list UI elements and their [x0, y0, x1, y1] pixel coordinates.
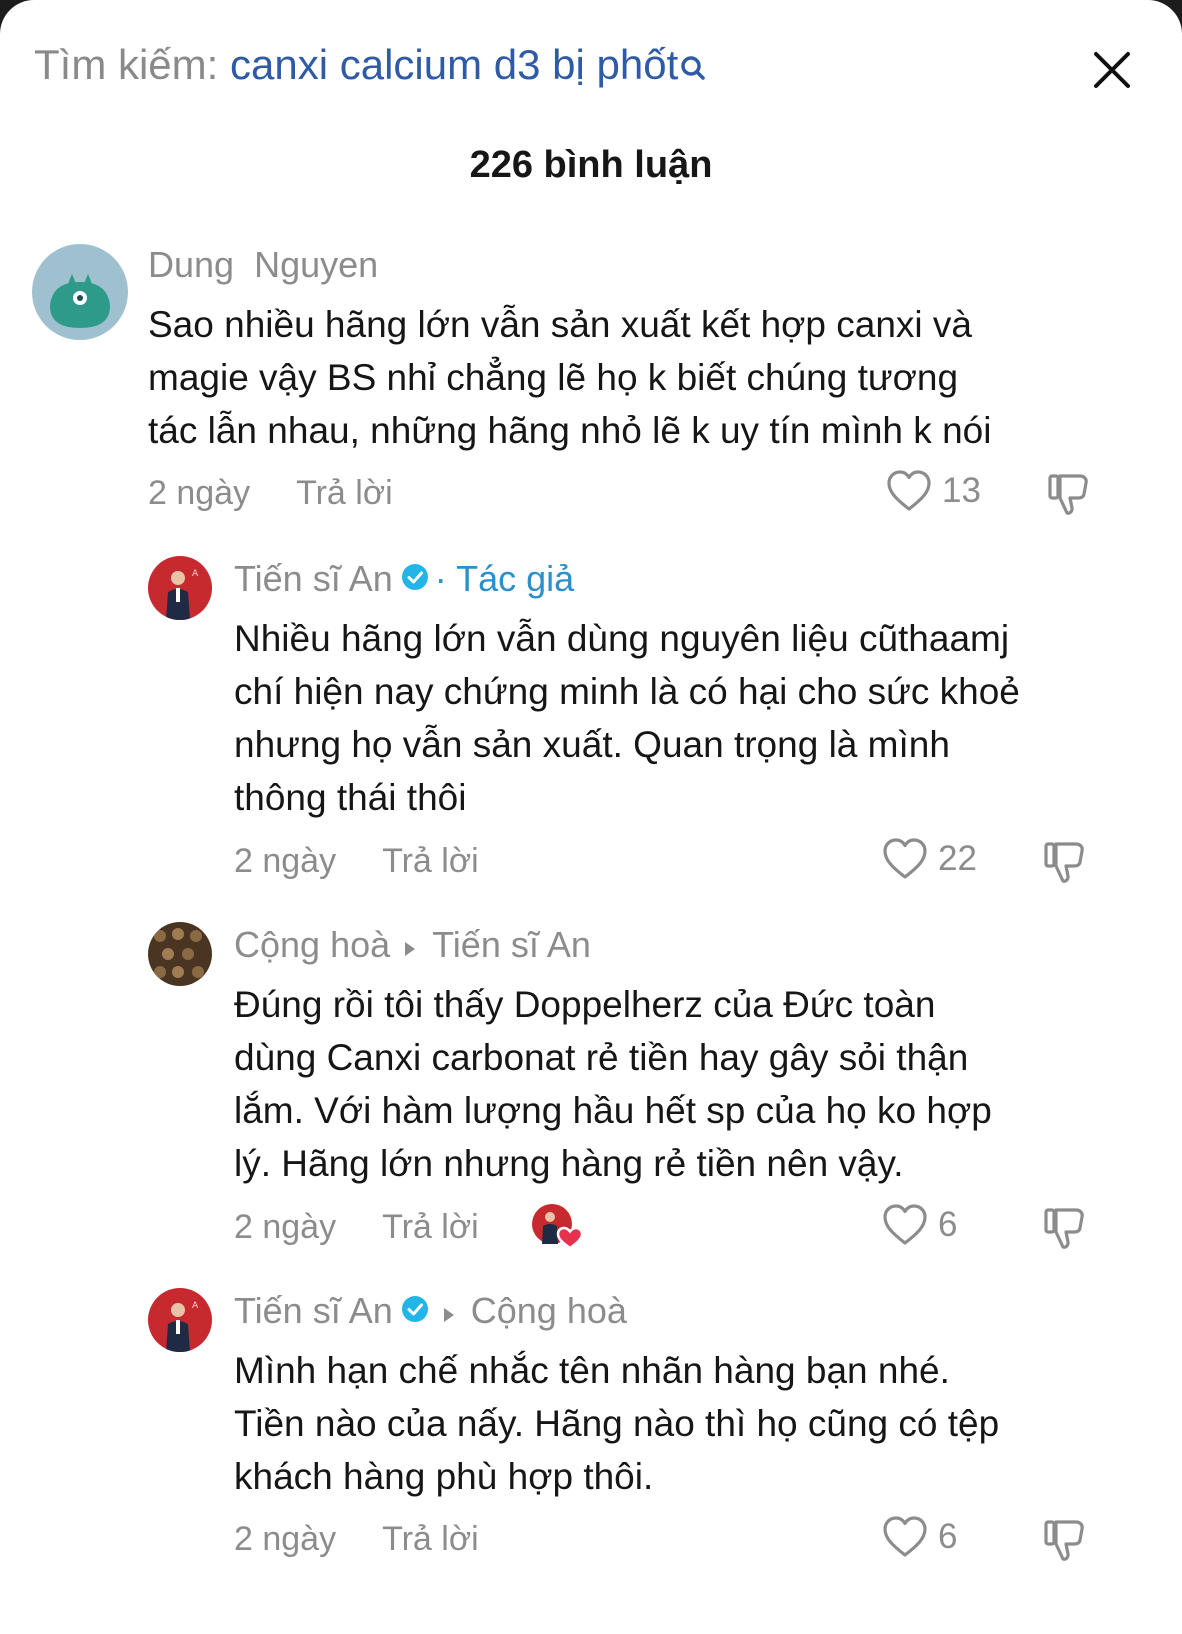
author-name[interactable]: Cộng hoà: [234, 922, 390, 968]
verified-badge-icon: [401, 1288, 429, 1334]
author-line: Tiến sĩ An · Tác giả: [234, 556, 574, 602]
comment-item: Dung Nguyen Sao nhiều hãng lớn vẫn sản x…: [0, 240, 1182, 530]
comment-count: 226 bình luận: [469, 144, 713, 186]
avatar[interactable]: [148, 922, 212, 986]
author-line: Cộng hoà Tiến sĩ An: [234, 922, 591, 968]
dislike-icon: [1044, 842, 1084, 883]
reply-to-name[interactable]: Cộng hoà: [471, 1288, 627, 1334]
dislike-icon: [1048, 474, 1088, 515]
comment-line: dùng Canxi carbonat rẻ tiền hay gây sỏi …: [234, 1037, 969, 1078]
author-name[interactable]: Dung Nguyen: [148, 242, 378, 288]
author-tag: · Tác giả: [434, 558, 575, 599]
comment-text: Nhiều hãng lớn vẫn dùng nguyên liệu cũth…: [234, 612, 1020, 824]
heart-icon: [883, 838, 927, 879]
reply-button[interactable]: Trả lời: [382, 842, 479, 880]
comment-meta: 2 ngày Trả lời: [234, 1204, 479, 1250]
avatar[interactable]: A: [148, 556, 212, 620]
avatar[interactable]: A: [148, 1288, 212, 1352]
reply-arrow-icon: [404, 922, 416, 968]
reply-button[interactable]: Trả lời: [382, 1520, 479, 1558]
timestamp: 2 ngày: [234, 1520, 337, 1558]
comment-text: Đúng rồi tôi thấy Doppelherz của Đức toà…: [234, 978, 992, 1190]
svg-text:A: A: [192, 1301, 199, 1311]
search-query[interactable]: canxi calcium d3 bị phốt: [230, 41, 678, 88]
svg-text:A: A: [192, 569, 199, 579]
comment-item: A Tiến sĩ An · Tác giả Nhiều hãng lớn vẫ…: [0, 552, 1182, 892]
timestamp: 2 ngày: [234, 842, 337, 880]
heart-icon: [887, 470, 931, 511]
like-button[interactable]: 6: [882, 1514, 957, 1560]
author-line: Tiến sĩ An Cộng hoà: [234, 1288, 627, 1334]
author-name[interactable]: Tiến sĩ An: [234, 1288, 393, 1334]
like-count: 6: [938, 1517, 958, 1556]
dislike-button[interactable]: [1042, 1204, 1088, 1257]
verified-badge-icon: [401, 556, 429, 602]
search-prefix: Tìm kiếm:: [34, 41, 230, 88]
heart-icon: [883, 1516, 927, 1557]
reply-button[interactable]: Trả lời: [382, 1208, 479, 1246]
comment-line: Tiền nào của nấy. Hãng nào thì họ cũng c…: [234, 1403, 1000, 1444]
comment-line: Mình hạn chế nhắc tên nhãn hàng bạn nhé.: [234, 1350, 950, 1391]
like-count: 22: [938, 839, 977, 878]
like-button[interactable]: 13: [886, 468, 981, 514]
comment-line: khách hàng phù hợp thôi.: [234, 1456, 654, 1497]
like-button[interactable]: 22: [882, 836, 977, 882]
comment-line: chí hiện nay chứng minh là có hại cho sứ…: [234, 671, 1020, 712]
author-line: Dung Nguyen: [148, 242, 378, 288]
comment-line: magie vậy BS nhỉ chẳng lẽ họ k biết chún…: [148, 357, 959, 398]
header: Tìm kiếm: canxi calcium d3 bị phốt: [0, 0, 1182, 130]
comment-line: Sao nhiều hãng lớn vẫn sản xuất kết hợp …: [148, 304, 973, 345]
comment-line: lắm. Với hàm lượng hầu hết sp của họ ko …: [234, 1090, 992, 1131]
comment-line: lý. Hãng lớn nhưng hàng rẻ tiền nên vậy.: [234, 1143, 904, 1184]
comments-sheet: Tìm kiếm: canxi calcium d3 bị phốt 226 b…: [0, 0, 1182, 1634]
reply-to-name[interactable]: Tiến sĩ An: [432, 922, 591, 968]
timestamp: 2 ngày: [234, 1208, 337, 1246]
comment-meta: 2 ngày Trả lời: [234, 1516, 479, 1562]
dislike-button[interactable]: [1042, 1516, 1088, 1569]
comment-item: A Tiến sĩ An Cộng hoà Mình hạn chế nhắc …: [0, 1284, 1182, 1634]
comment-line: thông thái thôi: [234, 777, 467, 818]
comment-line: Đúng rồi tôi thấy Doppelherz của Đức toà…: [234, 984, 936, 1025]
reply-button[interactable]: Trả lời: [296, 474, 393, 512]
like-button[interactable]: 6: [882, 1202, 957, 1248]
dislike-button[interactable]: [1046, 470, 1092, 523]
comment-line: Nhiều hãng lớn vẫn dùng nguyên liệu cũth…: [234, 618, 1010, 659]
heart-icon: [883, 1204, 927, 1245]
like-count: 6: [938, 1205, 958, 1244]
comment-item: Cộng hoà Tiến sĩ An Đúng rồi tôi thấy Do…: [0, 918, 1182, 1258]
like-count: 13: [942, 471, 981, 510]
dislike-icon: [1044, 1520, 1084, 1561]
reply-arrow-icon: [443, 1288, 455, 1334]
dislike-icon: [1044, 1208, 1084, 1249]
timestamp: 2 ngày: [148, 474, 251, 512]
close-icon: [1094, 52, 1130, 88]
comment-text: Mình hạn chế nhắc tên nhãn hàng bạn nhé.…: [234, 1344, 999, 1503]
close-button[interactable]: [1082, 40, 1142, 100]
dislike-button[interactable]: [1042, 838, 1088, 891]
comment-line: tác lẫn nhau, những hãng nhỏ lẽ k uy tín…: [148, 410, 992, 451]
search-icon: [680, 42, 706, 92]
author-name[interactable]: Tiến sĩ An: [234, 556, 393, 602]
creator-liked-badge: [530, 1202, 586, 1257]
avatar[interactable]: [32, 244, 128, 340]
comment-meta: 2 ngày Trả lời: [234, 838, 479, 884]
search-link[interactable]: Tìm kiếm: canxi calcium d3 bị phốt: [34, 40, 706, 92]
comment-line: nhưng họ vẫn sản xuất. Quan trọng là mìn…: [234, 724, 950, 765]
comment-meta: 2 ngày Trả lời: [148, 470, 393, 516]
comment-text: Sao nhiều hãng lớn vẫn sản xuất kết hợp …: [148, 298, 991, 457]
